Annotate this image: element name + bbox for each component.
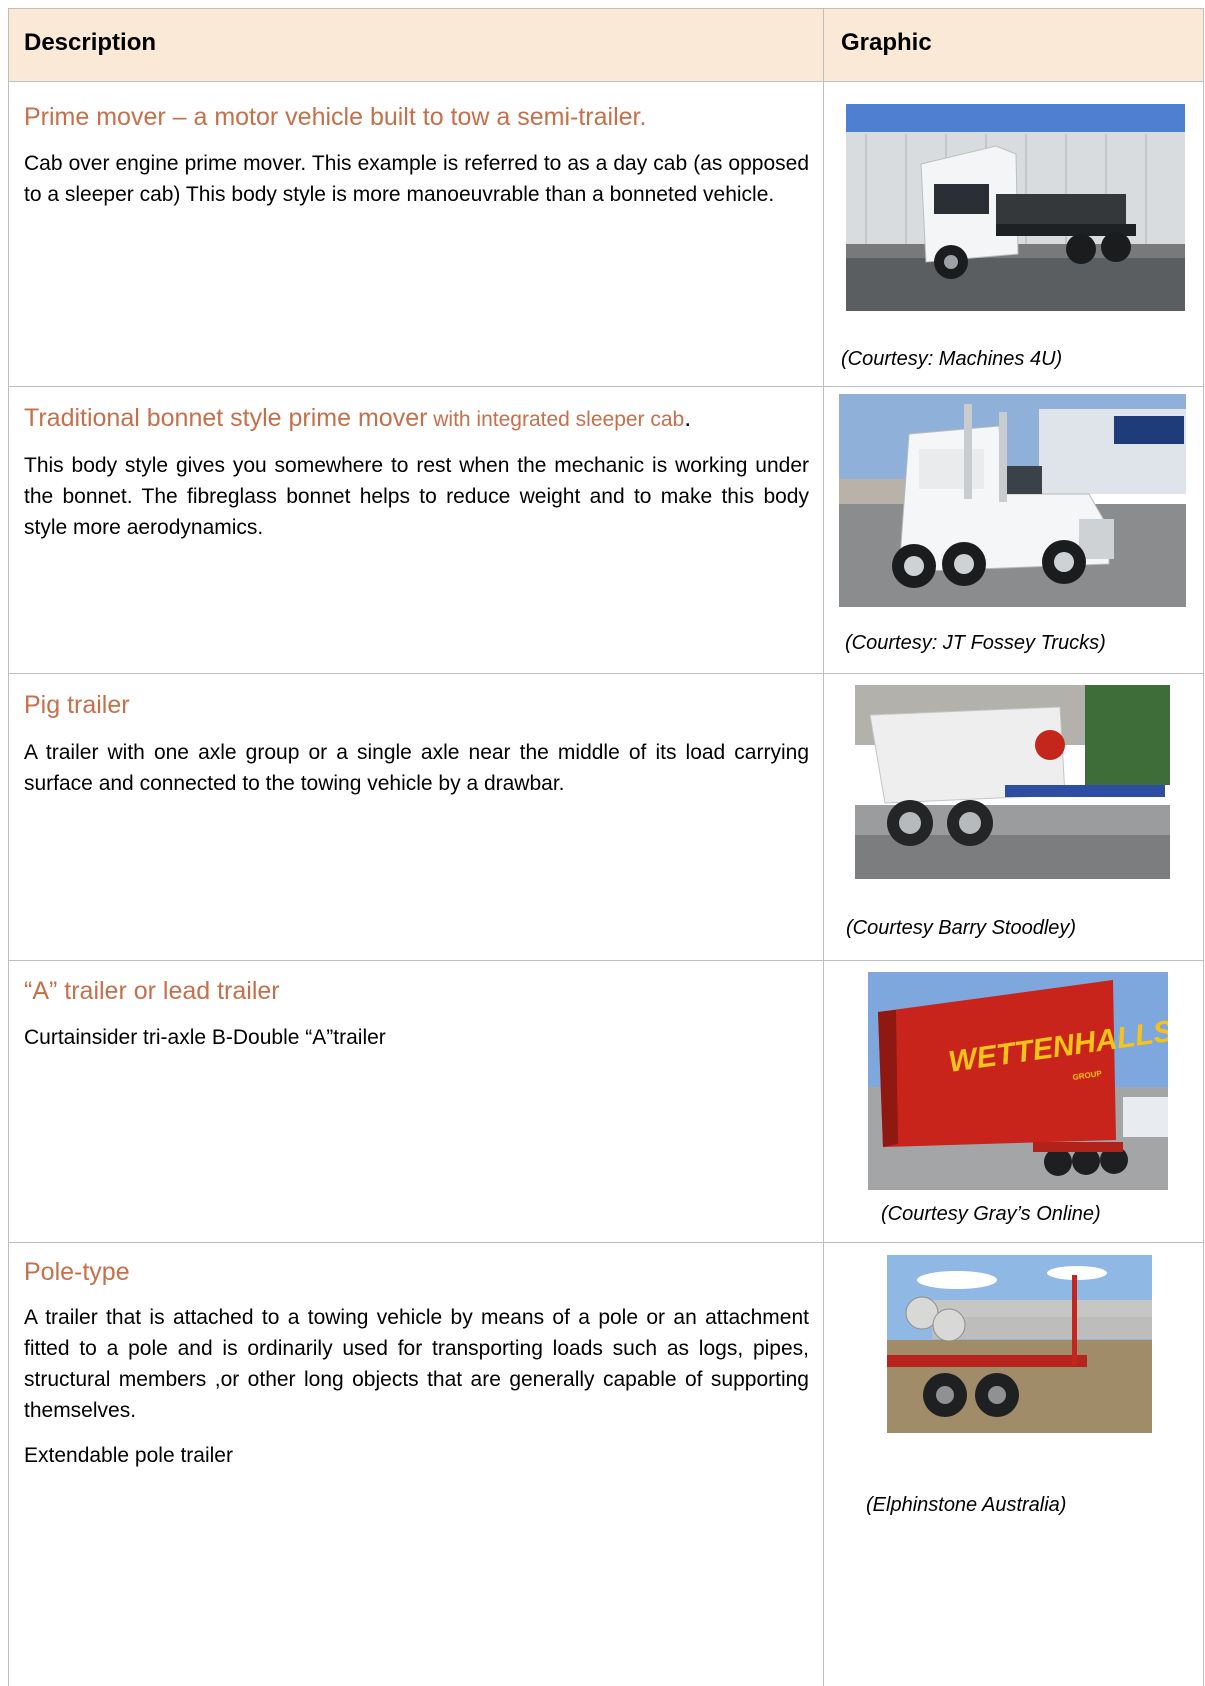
row-title: Pig trailer (24, 691, 130, 719)
row-title-sub: with integrated sleeper cab (427, 408, 685, 431)
a-trailer-photo: WETTENHALLS GROUP (868, 972, 1168, 1190)
row-title-main: Traditional bonnet style prime mover (24, 404, 428, 432)
table-header: Description Graphic (9, 8, 1203, 82)
table-row-a-trailer: “A” trailer or lead trailer Curtainsider… (9, 961, 1203, 1243)
pig-trailer-photo (855, 685, 1170, 879)
table-row-pole-type: Pole-type A trailer that is attached to … (9, 1243, 1203, 1686)
row-caption: (Elphinstone Australia) (866, 1494, 1067, 1516)
row-body-secondary: Extendable pole trailer (24, 1444, 233, 1467)
vehicle-table: Description Graphic Prime mover – a moto… (8, 8, 1204, 1686)
row-caption: (Courtesy: JT Fossey Trucks) (845, 632, 1106, 654)
row-caption: (Courtesy Gray’s Online) (881, 1203, 1101, 1225)
row-body: A trailer with one axle group or a singl… (24, 741, 809, 795)
row-title: “A” trailer or lead trailer (24, 977, 280, 1005)
bonnet-prime-mover-photo (839, 394, 1186, 607)
row-body: A trailer that is attached to a towing v… (24, 1306, 809, 1422)
table-row-bonnet-prime-mover: Traditional bonnet style prime mover wit… (9, 387, 1203, 674)
table-row-pig-trailer: Pig trailer A trailer with one axle grou… (9, 674, 1203, 961)
row-title-end: . (684, 404, 692, 432)
row-body: Curtainsider tri-axle B-Double “A”traile… (24, 1026, 386, 1049)
row-body: Cab over engine prime mover. This exampl… (24, 152, 809, 206)
row-title: Pole-type (24, 1258, 130, 1286)
row-title: Prime mover – a motor vehicle built to t… (24, 103, 647, 131)
row-body: This body style gives you somewhere to r… (24, 454, 809, 539)
pole-trailer-photo (887, 1255, 1152, 1433)
row-caption: (Courtesy: Machines 4U) (841, 348, 1063, 370)
table-row-prime-mover: Prime mover – a motor vehicle built to t… (9, 82, 1203, 387)
header-graphic: Graphic (841, 29, 932, 56)
row-caption: (Courtesy Barry Stoodley) (846, 917, 1077, 939)
row-title: Traditional bonnet style prime mover wit… (24, 402, 809, 436)
header-description: Description (24, 29, 157, 56)
cab-over-prime-mover-photo (846, 104, 1185, 311)
